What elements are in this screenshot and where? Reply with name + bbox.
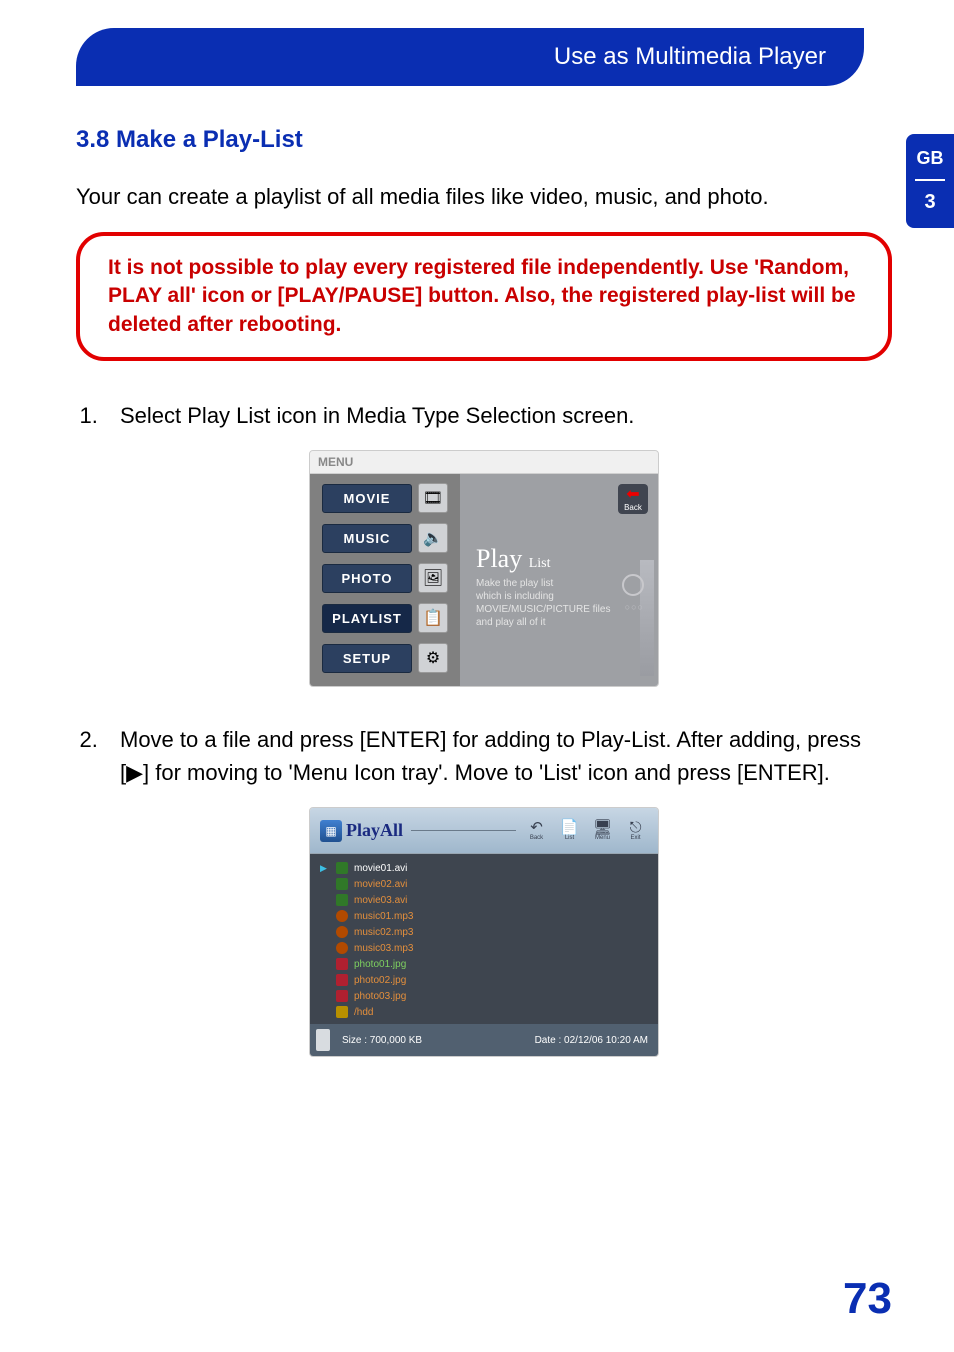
ss1-title-sub: List (529, 556, 551, 571)
ss1-desc-line: which is including (476, 590, 648, 603)
playlist-icon: 📋 (418, 603, 448, 633)
file-row[interactable]: movie02.avi (320, 876, 648, 892)
side-tab-chapter: 3 (906, 191, 954, 214)
side-tab: GB 3 (906, 134, 954, 228)
menu-item-label: SETUP (322, 644, 412, 673)
ss2-title: PlayAll (346, 820, 403, 841)
disk-icon (336, 1006, 348, 1018)
menu-screenshot: MENU MOVIE 🎞 MUSIC 🔈 PHOTO 🖼 (309, 450, 659, 687)
file-row[interactable]: photo01.jpg (320, 956, 648, 972)
back-icon: ↶ (530, 820, 543, 835)
disc-icon (622, 574, 644, 596)
file-row[interactable]: ▶movie01.avi (320, 860, 648, 876)
menu-item-label: MUSIC (322, 524, 412, 553)
list-icon: 📄 (560, 820, 579, 835)
dots-icon: ○○○ (625, 602, 644, 612)
menu-item-photo[interactable]: PHOTO 🖼 (316, 560, 454, 596)
exit-icon: ⎋ (630, 820, 642, 835)
film-icon: 🎞 (418, 483, 448, 513)
file-row[interactable]: music03.mp3 (320, 940, 648, 956)
step-list-cont: Move to a file and press [ENTER] for add… (104, 723, 892, 789)
step-1: Select Play List icon in Media Type Sele… (104, 399, 892, 432)
file-row[interactable]: photo03.jpg (320, 988, 648, 1004)
toolbar-list-button[interactable]: 📄List (557, 818, 582, 843)
side-tab-divider (915, 179, 945, 181)
setup-icon: ⚙ (418, 643, 448, 673)
decor-pillar (640, 560, 654, 676)
file-row[interactable]: photo02.jpg (320, 972, 648, 988)
ss1-desc-line: MOVIE/MUSIC/PICTURE files (476, 603, 648, 616)
section-title: 3.8 Make a Play-List (76, 126, 892, 154)
ss1-title-main: Play (476, 544, 522, 573)
file-row[interactable]: /hdd (320, 1004, 648, 1020)
toolbar-back-button[interactable]: ↶Back (524, 818, 549, 843)
back-button[interactable]: ⬅ Back (618, 484, 648, 514)
chapter-banner: Use as Multimedia Player (76, 28, 864, 86)
photo-icon: 🖼 (418, 563, 448, 593)
device-icon (316, 1029, 330, 1051)
photo-file-icon (336, 990, 348, 1002)
menu-item-movie[interactable]: MOVIE 🎞 (316, 480, 454, 516)
file-row[interactable]: music01.mp3 (320, 908, 648, 924)
photo-file-icon (336, 958, 348, 970)
file-row[interactable]: movie03.avi (320, 892, 648, 908)
ss1-right-pane: ⬅ Back Play List Make the play list whic… (460, 474, 658, 686)
banner-title: Use as Multimedia Player (554, 43, 826, 71)
music-file-icon (336, 910, 348, 922)
toolbar-menu-button[interactable]: 🖥Menu (590, 818, 615, 843)
music-file-icon (336, 942, 348, 954)
menu-item-label: PLAYLIST (322, 604, 412, 633)
back-arrow-icon: ⬅ (626, 487, 639, 503)
back-label: Back (624, 503, 642, 512)
menu-item-label: PHOTO (322, 564, 412, 593)
music-file-icon (336, 926, 348, 938)
warning-box: It is not possible to play every registe… (76, 232, 892, 361)
menu-item-label: MOVIE (322, 484, 412, 513)
toolbar-exit-button[interactable]: ⎋Exit (623, 818, 648, 843)
menu-item-playlist[interactable]: PLAYLIST 📋 (316, 600, 454, 636)
intro-text: Your can create a playlist of all media … (76, 184, 892, 210)
movie-file-icon (336, 878, 348, 890)
ss1-header: MENU (310, 451, 658, 474)
page-number: 73 (843, 1274, 892, 1324)
speaker-icon: 🔈 (418, 523, 448, 553)
ss1-desc-line: and play all of it (476, 616, 648, 629)
file-row[interactable]: music02.mp3 (320, 924, 648, 940)
photo-file-icon (336, 974, 348, 986)
step-list: Select Play List icon in Media Type Sele… (104, 399, 892, 432)
step-2: Move to a file and press [ENTER] for add… (104, 723, 892, 789)
status-size: Size : 700,000 KB (342, 1035, 422, 1046)
play-marker-icon: ▶ (320, 863, 330, 874)
status-date: Date : 02/12/06 10:20 AM (535, 1035, 648, 1046)
status-bar: Size : 700,000 KB Date : 02/12/06 10:20 … (310, 1024, 658, 1056)
menu-item-music[interactable]: MUSIC 🔈 (316, 520, 454, 556)
menu-icon: 🖥 (593, 820, 612, 835)
movie-file-icon (336, 894, 348, 906)
ss2-toolbar: ▦ PlayAll ↶Back 📄List 🖥Menu ⎋Exit (310, 808, 658, 854)
menu-item-setup[interactable]: SETUP ⚙ (316, 640, 454, 676)
file-list: ▶movie01.avi movie02.avi movie03.avi mus… (310, 854, 658, 1024)
app-logo-icon: ▦ (320, 820, 342, 842)
movie-file-icon (336, 862, 348, 874)
playall-screenshot: ▦ PlayAll ↶Back 📄List 🖥Menu ⎋Exit ▶movie… (309, 807, 659, 1057)
side-tab-lang: GB (906, 148, 954, 169)
ss1-sidebar: MOVIE 🎞 MUSIC 🔈 PHOTO 🖼 PLAYLIST 📋 (310, 474, 460, 686)
warning-text: It is not possible to play every registe… (108, 254, 860, 339)
